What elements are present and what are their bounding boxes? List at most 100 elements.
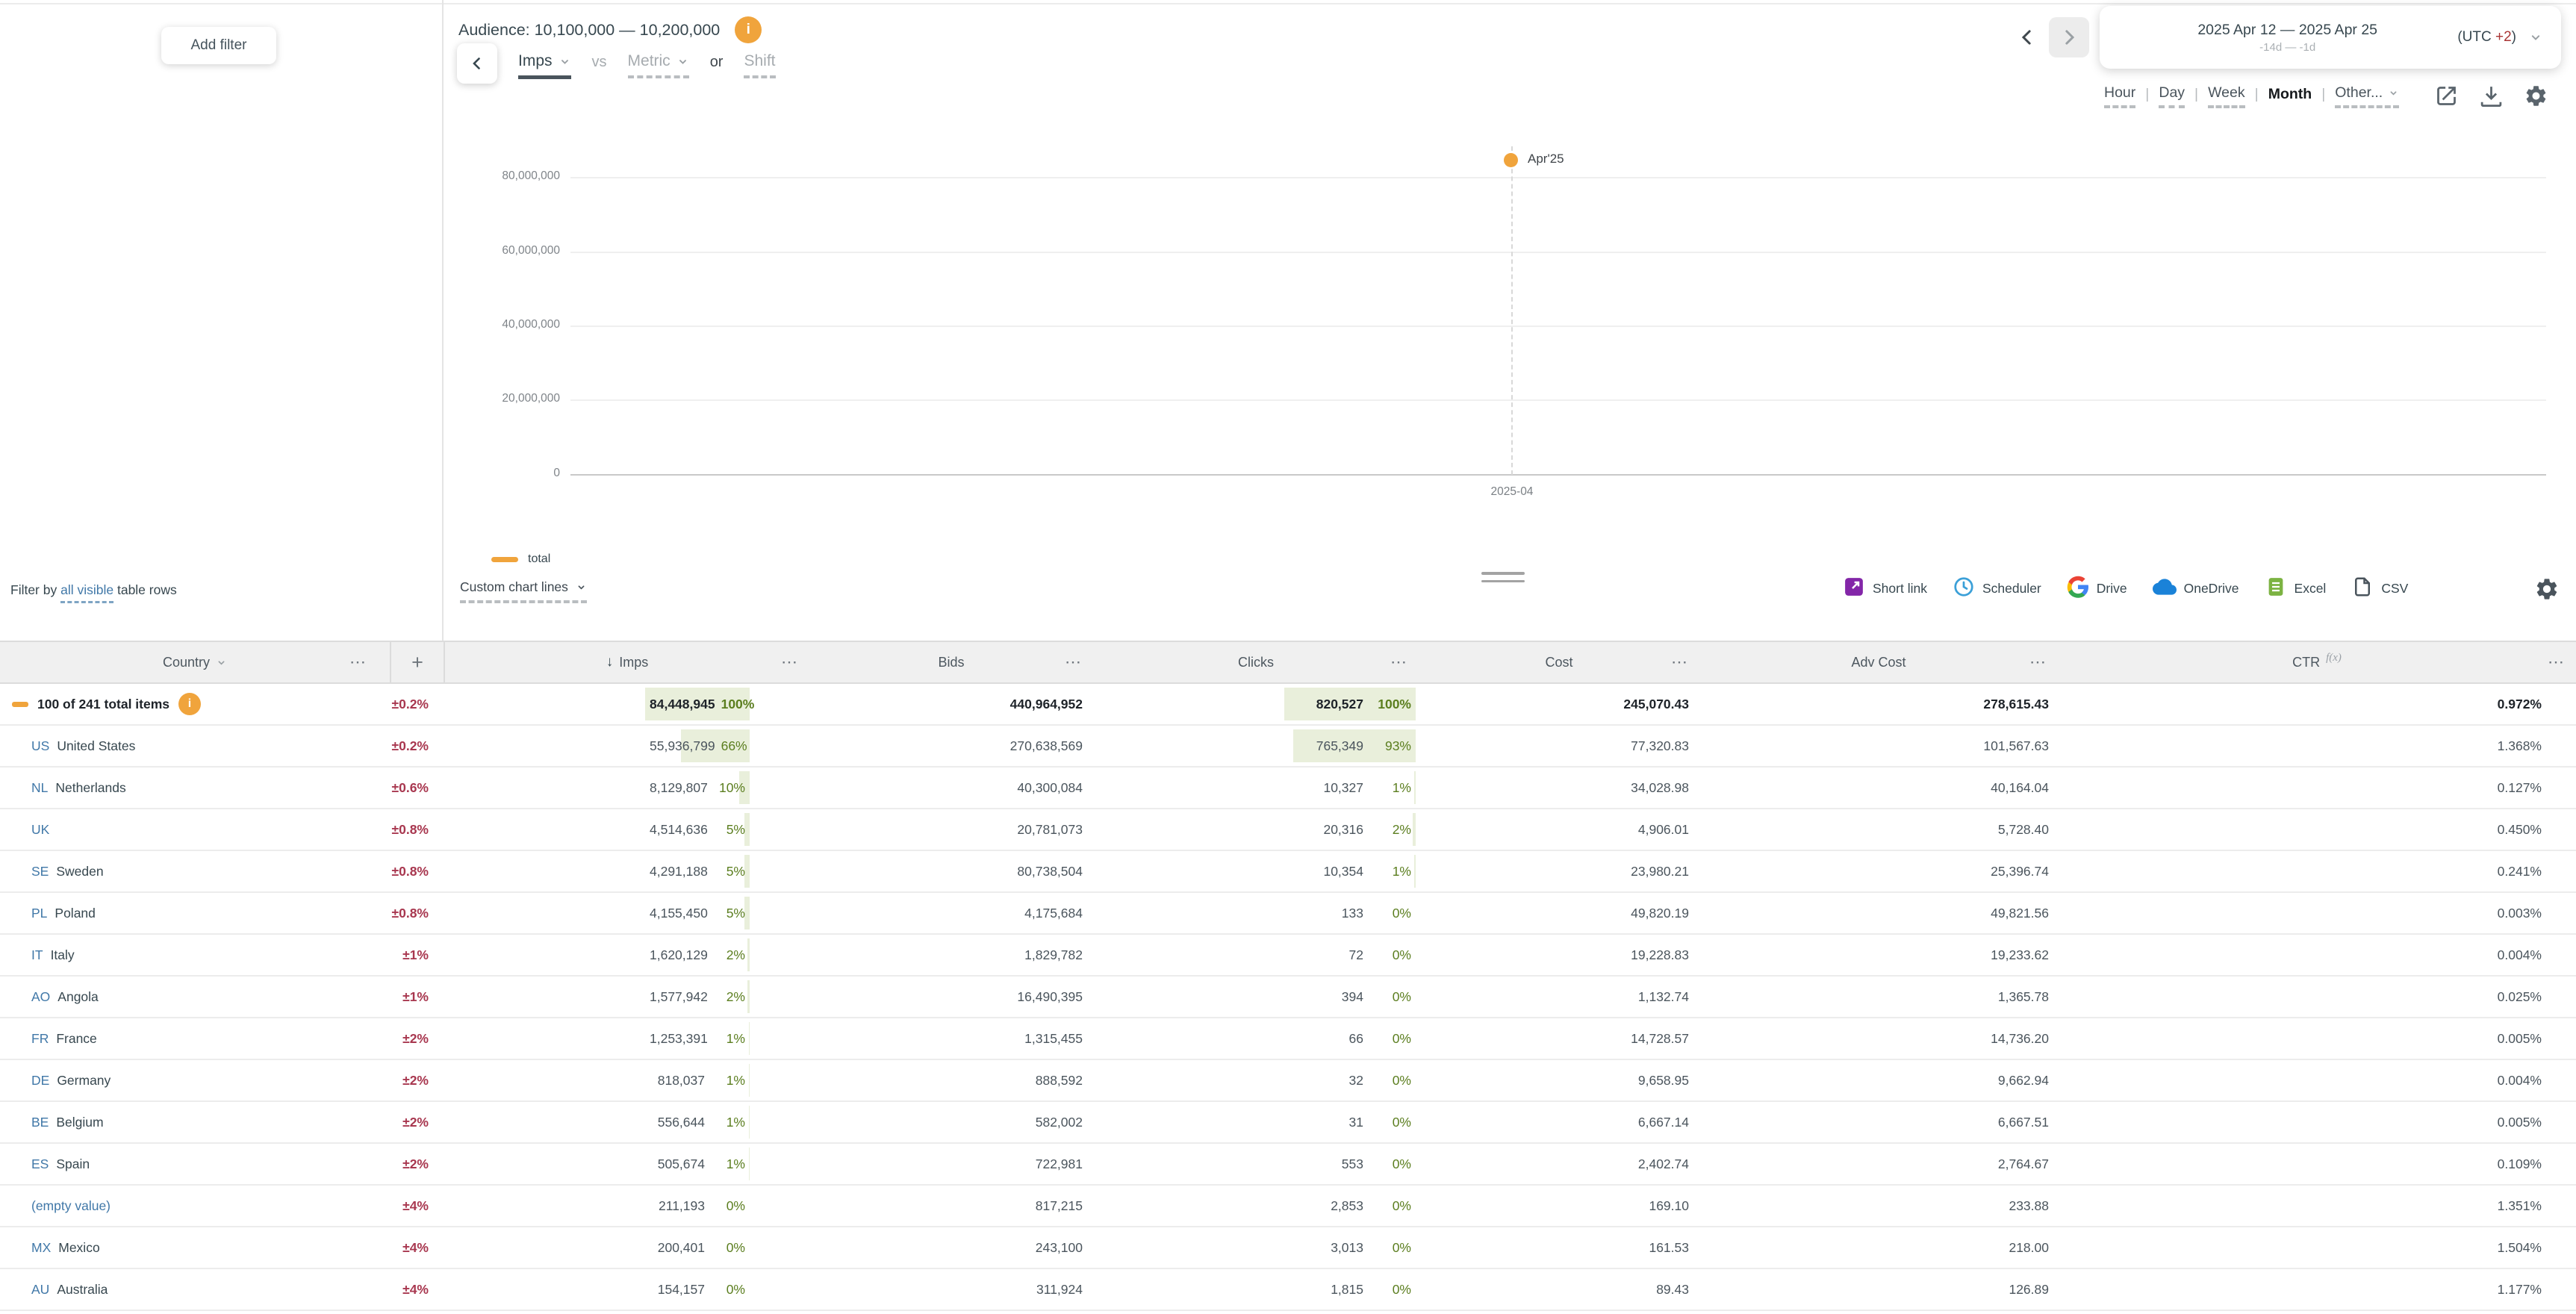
excel-button[interactable]: Excel — [2265, 576, 2327, 602]
table-row[interactable]: AOAngola ±1% 1,577,9422% 16,490,395 3940… — [0, 977, 2576, 1018]
total-items-label: 100 of 241 total items — [37, 697, 169, 712]
cell-country[interactable]: SESweden — [0, 864, 337, 879]
granularity-month-selected[interactable]: Month — [2268, 86, 2312, 107]
column-header-adv-cost[interactable]: Adv Cost ⋯ — [1699, 642, 2058, 682]
cell-country[interactable]: UK — [0, 822, 337, 838]
cell-imps: 211,1930% — [429, 1189, 750, 1222]
cell-country[interactable]: (empty value) — [0, 1198, 337, 1214]
table-row[interactable]: USUnited States ±0.2% 55,936,79966% 270,… — [0, 726, 2576, 767]
cell-clicks: 320% — [1090, 1064, 1416, 1097]
secondary-metric-dropdown[interactable]: Metric — [628, 52, 689, 78]
custom-chart-lines-dropdown[interactable]: Custom chart lines — [460, 579, 587, 603]
cell-cost: 245,070.43 — [1416, 697, 1696, 712]
y-tick-label: 60,000,000 — [418, 244, 560, 258]
column-menu-icon[interactable]: ⋯ — [349, 653, 367, 672]
table-row[interactable]: NLNetherlands ±0.6% 8,129,80710% 40,300,… — [0, 767, 2576, 809]
info-icon[interactable]: i — [178, 693, 201, 715]
all-visible-link[interactable]: all visible — [60, 582, 113, 603]
column-menu-icon[interactable]: ⋯ — [2029, 653, 2047, 672]
cell-country[interactable]: AUAustralia — [0, 1282, 337, 1298]
table-row[interactable]: UK ±0.8% 4,514,6365% 20,781,073 20,3162%… — [0, 809, 2576, 851]
cell-adv-cost: 49,821.56 — [1696, 906, 2055, 921]
shift-toggle[interactable]: Shift — [744, 52, 775, 78]
cell-cost: 89.43 — [1416, 1282, 1696, 1298]
table-row[interactable]: AUAustralia ±4% 154,1570% 311,924 1,8150… — [0, 1269, 2576, 1311]
column-header-clicks[interactable]: Clicks ⋯ — [1093, 642, 1419, 682]
csv-button[interactable]: CSV — [2351, 576, 2408, 602]
cell-country[interactable]: USUnited States — [0, 738, 337, 754]
cell-imps: 1,620,1292% — [429, 938, 750, 971]
cell-country[interactable]: BEBelgium — [0, 1115, 337, 1130]
cell-bids: 4,175,684 — [750, 906, 1090, 921]
table-row[interactable]: PLPoland ±0.8% 4,155,4505% 4,175,684 133… — [0, 893, 2576, 935]
next-period-button[interactable] — [2049, 17, 2089, 57]
cell-country[interactable]: PLPoland — [0, 906, 337, 921]
granularity-hour[interactable]: Hour — [2104, 84, 2135, 108]
column-header-cost[interactable]: Cost ⋯ — [1419, 642, 1699, 682]
cell-imps: 505,6741% — [429, 1148, 750, 1180]
country-name: Netherlands — [55, 780, 125, 796]
cell-country[interactable]: 100 of 241 total items i — [0, 693, 337, 715]
column-menu-icon[interactable]: ⋯ — [781, 653, 799, 672]
cell-country[interactable]: DEGermany — [0, 1073, 337, 1089]
cell-country[interactable]: ITItaly — [0, 947, 337, 963]
column-menu-icon[interactable]: ⋯ — [1671, 653, 1689, 672]
open-in-new-icon[interactable] — [2434, 84, 2459, 108]
table-row[interactable]: DEGermany ±2% 818,0371% 888,592 320% 9,6… — [0, 1060, 2576, 1102]
chart-resize-handle[interactable] — [1481, 572, 1525, 588]
table-row[interactable]: FRFrance ±2% 1,253,3911% 1,315,455 660% … — [0, 1018, 2576, 1060]
collapse-chart-button[interactable] — [457, 43, 497, 84]
scheduler-button[interactable]: Scheduler — [1953, 576, 2041, 602]
column-menu-icon[interactable]: ⋯ — [1065, 653, 1083, 672]
google-drive-button[interactable]: Drive — [2067, 576, 2127, 602]
table-row[interactable]: BEBelgium ±2% 556,6441% 582,002 310% 6,6… — [0, 1102, 2576, 1144]
imps-share-bar: 1,620,1292% — [645, 938, 750, 971]
add-column-button[interactable]: + — [390, 642, 445, 682]
info-icon[interactable]: i — [735, 16, 762, 43]
short-link-button[interactable]: Short link — [1843, 576, 1927, 602]
granularity-day[interactable]: Day — [2159, 84, 2185, 108]
column-header-ctr[interactable]: CTR f(x) ⋯ — [2058, 642, 2576, 682]
table-row[interactable]: ITItaly ±1% 1,620,1292% 1,829,782 720% 1… — [0, 935, 2576, 977]
column-header-country[interactable]: Country ⋯ — [0, 642, 390, 682]
table-row[interactable]: (empty value) ±4% 211,1930% 817,215 2,85… — [0, 1186, 2576, 1227]
data-point-total-apr25[interactable] — [1504, 153, 1518, 167]
bids-header-label: Bids — [938, 655, 964, 670]
column-header-bids[interactable]: Bids ⋯ — [809, 642, 1093, 682]
column-header-imps[interactable]: ↓ Imps ⋯ — [445, 642, 809, 682]
timezone-label: (UTC +2) — [2457, 29, 2516, 46]
cell-clicks: 1330% — [1090, 897, 1416, 930]
cloud-icon — [2153, 575, 2177, 602]
add-filter-button[interactable]: Add filter — [161, 27, 276, 64]
x-tick-label: 2025-04 — [1452, 485, 1572, 499]
cell-country[interactable]: AOAngola — [0, 989, 337, 1005]
table-row-total[interactable]: 100 of 241 total itemsi ±0.2% 84,448,945… — [0, 684, 2576, 726]
date-range-label: 2025 Apr 12 — 2025 Apr 25 — [2118, 22, 2457, 39]
cell-clicks: 720% — [1090, 938, 1416, 971]
column-menu-icon[interactable]: ⋯ — [1390, 653, 1408, 672]
granularity-week[interactable]: Week — [2208, 84, 2245, 108]
x-axis-line — [570, 474, 2546, 476]
column-menu-icon[interactable]: ⋯ — [2548, 653, 2566, 672]
table-row[interactable]: SESweden ±0.8% 4,291,1885% 80,738,504 10… — [0, 851, 2576, 893]
chart-legend[interactable]: total — [491, 552, 550, 566]
onedrive-button[interactable]: OneDrive — [2153, 575, 2239, 602]
gear-icon[interactable] — [2524, 84, 2548, 108]
cell-delta: ±0.8% — [337, 864, 429, 879]
table-row[interactable]: MXMexico ±4% 200,4010% 243,100 3,0130% 1… — [0, 1227, 2576, 1269]
date-range-picker[interactable]: 2025 Apr 12 — 2025 Apr 25 -14d — -1d (UT… — [2100, 6, 2561, 69]
onedrive-label: OneDrive — [2184, 581, 2239, 597]
cell-country[interactable]: FRFrance — [0, 1031, 337, 1047]
legend-label: total — [528, 552, 550, 566]
cell-country[interactable]: MXMexico — [0, 1240, 337, 1256]
cell-country[interactable]: NLNetherlands — [0, 780, 337, 796]
table-row[interactable]: ESSpain ±2% 505,6741% 722,981 5530% 2,40… — [0, 1144, 2576, 1186]
prev-period-button[interactable] — [2016, 26, 2038, 49]
cell-country[interactable]: ESSpain — [0, 1156, 337, 1172]
imps-share-bar: 1,577,9422% — [645, 980, 750, 1013]
table-settings-gear-icon[interactable] — [2534, 576, 2560, 602]
primary-metric-dropdown[interactable]: Imps — [518, 52, 571, 79]
clicks-share-bar: 820,527100% — [1284, 688, 1416, 720]
download-icon[interactable] — [2479, 84, 2504, 108]
granularity-other-dropdown[interactable]: Other... — [2335, 84, 2399, 108]
